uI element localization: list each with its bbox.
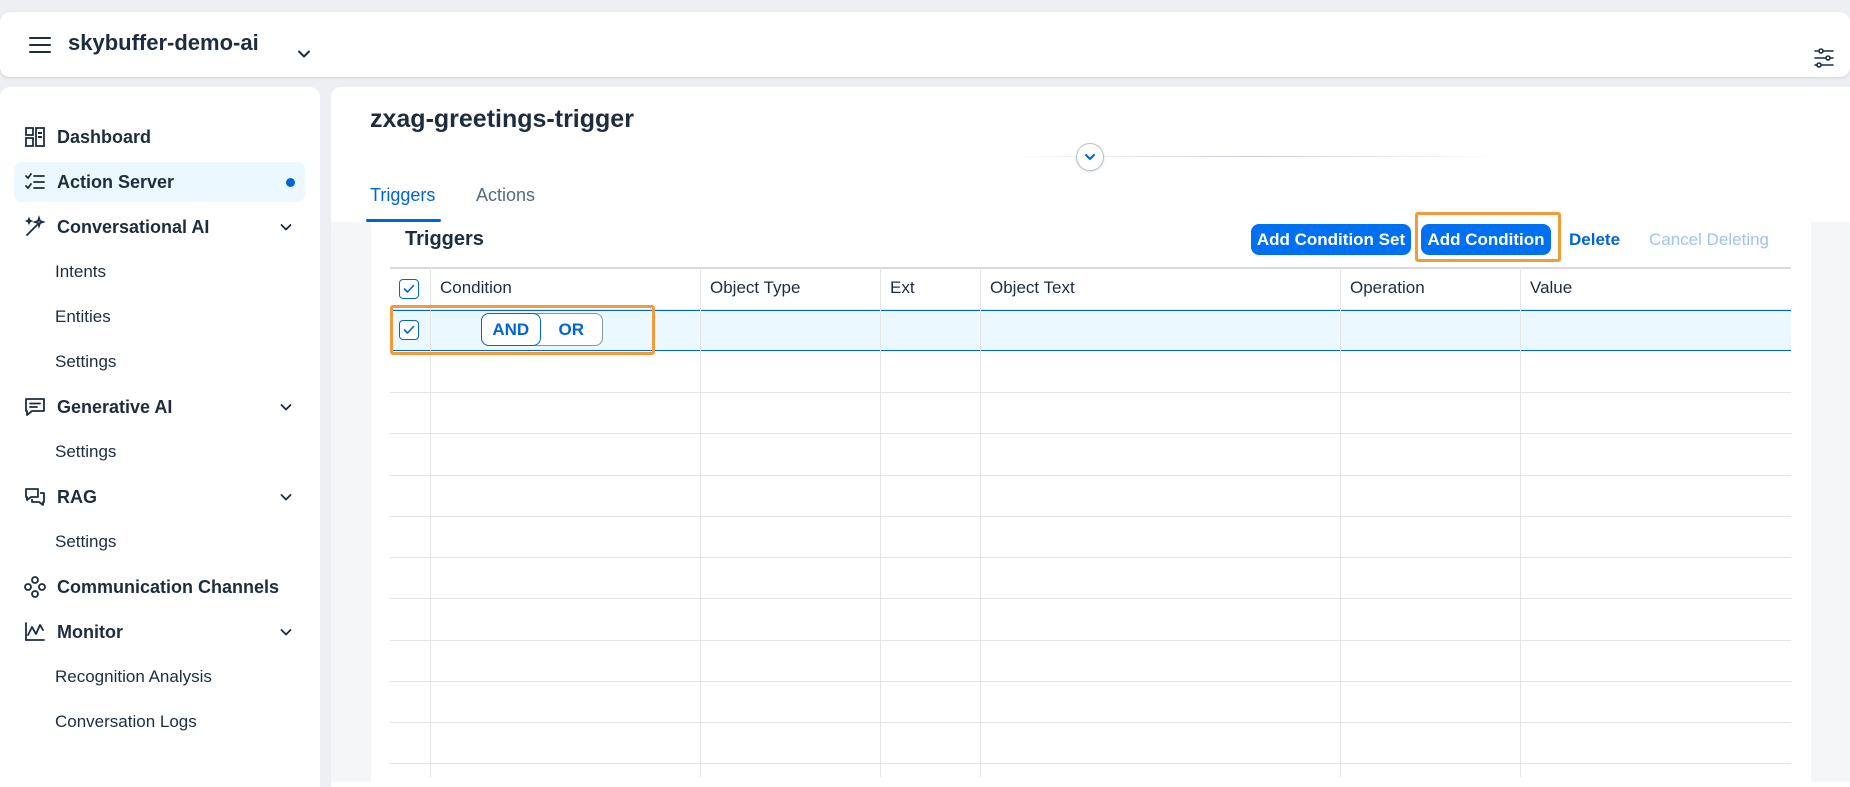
column-header-value: Value — [1530, 278, 1573, 297]
section-background — [1811, 222, 1850, 782]
sidebar-item-communication-channels[interactable]: Communication Channels — [14, 567, 305, 607]
checklist-icon — [22, 169, 48, 195]
add-condition-set-button[interactable]: Add Condition Set — [1251, 224, 1411, 255]
cancel-deleting-button: Cancel Deleting — [1649, 229, 1770, 249]
table-column-divider — [980, 267, 981, 777]
sidebar-subitem-recognition-analysis[interactable]: Recognition Analysis — [55, 667, 212, 687]
table-column-divider — [700, 267, 701, 777]
app-title[interactable]: skybuffer-demo-ai — [68, 30, 259, 56]
chevron-down-icon[interactable] — [279, 490, 293, 504]
magic-wand-icon — [22, 214, 48, 240]
select-all-checkbox[interactable] — [399, 279, 419, 299]
checkmark-icon — [403, 284, 415, 293]
settings-sliders-icon[interactable] — [1812, 46, 1836, 70]
dashboard-icon — [22, 124, 48, 150]
sidebar-item-label: Dashboard — [57, 126, 152, 147]
table-row-line — [390, 763, 1791, 764]
chevron-down-icon[interactable] — [296, 46, 312, 62]
sidebar-item-rag[interactable]: RAG — [14, 477, 305, 517]
sidebar-subitem-conversation-logs[interactable]: Conversation Logs — [55, 712, 197, 732]
chevron-down-icon[interactable] — [279, 400, 293, 414]
tab-actions[interactable]: Actions — [476, 185, 535, 206]
table-row-line — [390, 640, 1791, 641]
sidebar-item-label: Conversational AI — [57, 216, 210, 237]
sidebar-subitem-entities[interactable]: Entities — [55, 307, 111, 327]
sidebar-item-label: Monitor — [57, 621, 123, 642]
sidebar-item-label: RAG — [57, 486, 97, 507]
sidebar-item-label: Generative AI — [57, 396, 173, 417]
table-row-line — [390, 598, 1791, 599]
line-chart-icon — [22, 619, 48, 645]
shell-header: skybuffer-demo-ai — [0, 12, 1850, 77]
sidebar-subitem-settings[interactable]: Settings — [55, 532, 116, 552]
sidebar-subitem-settings[interactable]: Settings — [55, 442, 116, 462]
column-header-object-text: Object Text — [990, 278, 1075, 297]
expand-header-button[interactable] — [1076, 143, 1104, 171]
table-row-line — [390, 516, 1791, 517]
sidebar-item-dashboard[interactable]: Dashboard — [14, 117, 305, 157]
chat-icon — [22, 394, 48, 420]
sidebar-item-monitor[interactable]: Monitor — [14, 612, 305, 652]
conversation-icon — [22, 484, 48, 510]
sidebar-subitem-intents[interactable]: Intents — [55, 262, 106, 282]
column-header-condition: Condition — [440, 278, 512, 297]
menu-icon[interactable] — [29, 37, 51, 53]
table-row-line — [390, 475, 1791, 476]
highlight-frame — [1415, 212, 1561, 262]
delete-button[interactable]: Delete — [1569, 224, 1620, 255]
column-header-object-type: Object Type — [710, 278, 801, 297]
table-column-divider — [1340, 267, 1341, 777]
sidebar-item-label: Action Server — [57, 171, 175, 192]
chevron-down-icon[interactable] — [279, 220, 293, 234]
sidebar-item-generative-ai[interactable]: Generative AI — [14, 387, 305, 427]
chevron-down-icon[interactable] — [279, 625, 293, 639]
active-indicator-dot — [286, 178, 295, 187]
page-title: zxag-greetings-trigger — [370, 105, 634, 133]
section-background — [331, 222, 371, 782]
channels-icon — [22, 574, 48, 600]
table-row-line — [390, 681, 1791, 682]
table-row-line — [390, 557, 1791, 558]
table-column-divider — [1520, 267, 1521, 777]
table-top-border — [390, 267, 1791, 269]
table-title: Triggers — [405, 228, 484, 250]
tab-triggers[interactable]: Triggers — [370, 185, 435, 206]
table-row-line — [390, 392, 1791, 393]
table-column-divider — [880, 267, 881, 777]
sidebar: Dashboard Action Server Conversational A… — [0, 87, 320, 787]
highlight-frame — [390, 305, 655, 355]
column-header-ext: Ext — [890, 278, 915, 297]
sidebar-item-label: Communication Channels — [57, 576, 280, 597]
sidebar-subitem-settings[interactable]: Settings — [55, 352, 116, 372]
sidebar-item-action-server[interactable]: Action Server — [14, 162, 305, 202]
table-row-line — [390, 433, 1791, 434]
table-row-line — [390, 722, 1791, 723]
chevron-down-icon — [1085, 154, 1095, 160]
sidebar-item-conversational-ai[interactable]: Conversational AI — [14, 207, 305, 247]
column-header-operation: Operation — [1350, 278, 1425, 297]
